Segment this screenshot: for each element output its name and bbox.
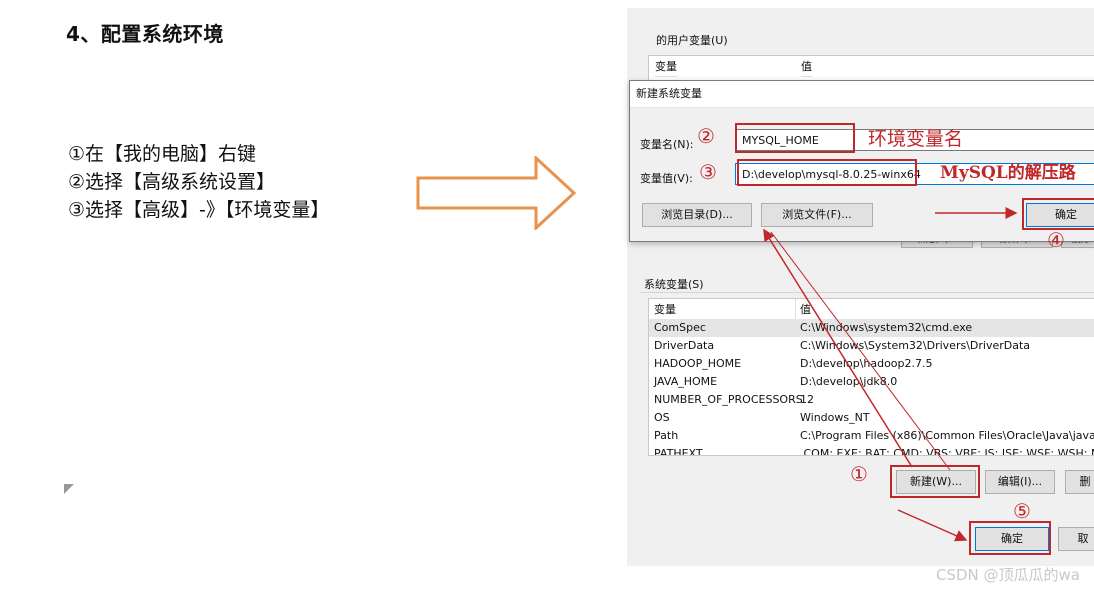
arrow-to-browse <box>763 228 913 468</box>
arrow-return-line <box>770 231 951 471</box>
annotation-arrows <box>763 207 1018 542</box>
arrow-to-dialog-ok <box>897 509 968 542</box>
watermark: CSDN @顶瓜瓜的wa <box>936 566 1080 584</box>
